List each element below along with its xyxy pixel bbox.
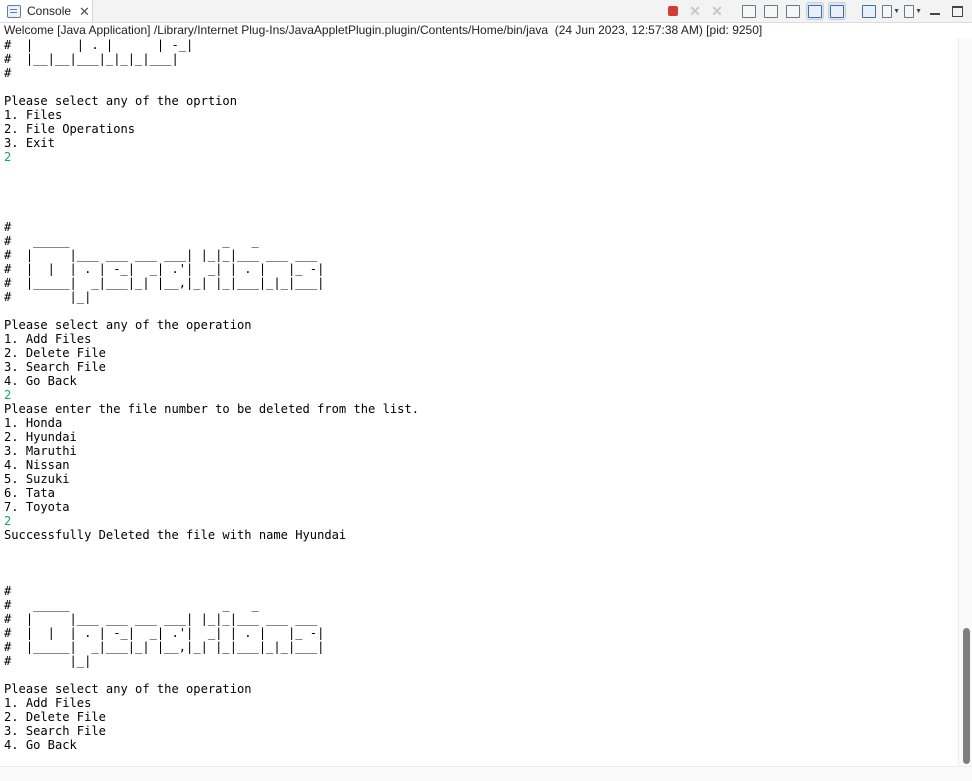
process-status-line: Welcome [Java Application] /Library/Inte… xyxy=(4,23,763,37)
console-output-line: # |_____| _|___|_| |__,|_| |_|___|_|_|__… xyxy=(4,640,325,654)
view-tab-bar: Console ✕ ✕ ✕ ▼ ▼ xyxy=(0,0,972,23)
console-output-line: Please select any of the operation xyxy=(4,318,252,332)
console-input-line: 2 xyxy=(4,388,12,402)
tab-console-label: Console xyxy=(27,4,72,18)
show-on-stdout-icon[interactable] xyxy=(806,2,824,20)
console-output-line: # |__|__|___|_|_|_|___| xyxy=(4,52,179,66)
console-output-line: # |_____| _|___|_| |__,|_| |_|___|_|_|__… xyxy=(4,276,325,290)
console-output-line: # xyxy=(4,66,12,80)
console-output-line: 1. Files xyxy=(4,108,63,122)
console-output-line: # _____ _ _ xyxy=(4,598,259,612)
console-output-line: Please enter the file number to be delet… xyxy=(4,402,420,416)
display-console-icon[interactable]: ▼ xyxy=(882,2,900,20)
console-output-line: # |_| xyxy=(4,290,92,304)
console-output-line: 2. Hyundai xyxy=(4,430,77,444)
console-output-line: 1. Honda xyxy=(4,416,63,430)
console-output-line: # | | | . | -_| _| .'| _| | . | |_ -| xyxy=(4,626,325,640)
word-wrap-icon[interactable] xyxy=(784,2,802,20)
console-output-line: 1. Add Files xyxy=(4,696,92,710)
remove-all-terminated-icon[interactable]: ✕ xyxy=(708,2,726,20)
show-on-stderr-icon[interactable] xyxy=(828,2,846,20)
console-output-line: 6. Tata xyxy=(4,486,55,500)
console-input-line: 2 xyxy=(4,150,12,164)
console-output-line: Please select any of the operation xyxy=(4,682,252,696)
tab-console[interactable]: Console ✕ xyxy=(0,0,93,22)
console-output-line: # |_| xyxy=(4,654,92,668)
console-output-line: # | | . | | -_| xyxy=(4,38,194,52)
console-output-line: 2. File Operations xyxy=(4,122,136,136)
maximize-icon[interactable] xyxy=(948,2,966,20)
console-output-line: 3. Exit xyxy=(4,136,55,150)
console-output-line: 7. Toyota xyxy=(4,500,70,514)
open-console-icon[interactable]: ▼ xyxy=(904,2,922,20)
horizontal-scrollbar[interactable] xyxy=(0,766,972,781)
console-output-line: 3. Search File xyxy=(4,724,106,738)
minimize-icon[interactable] xyxy=(926,2,944,20)
remove-launch-icon[interactable]: ✕ xyxy=(686,2,704,20)
console-output-line: 5. Suzuki xyxy=(4,472,70,486)
console-output-line: # | |___ ___ ___ ___| |_|_|___ ___ ___ xyxy=(4,612,318,626)
vertical-scrollbar[interactable] xyxy=(958,38,972,766)
console-output-line: # xyxy=(4,584,12,598)
console-toolbar: ✕ ✕ ▼ ▼ xyxy=(664,2,966,20)
close-icon[interactable]: ✕ xyxy=(79,5,90,18)
console-output-line: 2. Delete File xyxy=(4,346,106,360)
console-output-line: # | | | . | -_| _| .'| _| | . | |_ -| xyxy=(4,262,325,276)
clear-console-icon[interactable] xyxy=(740,2,758,20)
console-output-line: Please select any of the oprtion xyxy=(4,94,237,108)
console-output-line: 3. Search File xyxy=(4,360,106,374)
pin-console-icon[interactable] xyxy=(860,2,878,20)
console-output-line: 1. Add Files xyxy=(4,332,92,346)
console-output-line: Successfully Deleted the file with name … xyxy=(4,528,347,542)
console-output-line: 4. Go Back xyxy=(4,374,77,388)
console-output-line: 3. Maruthi xyxy=(4,444,77,458)
console-output[interactable]: # | | . | | -_| # |__|__|___|_|_|_|___| # P… xyxy=(4,38,954,766)
console-output-line: # | |___ ___ ___ ___| |_|_|___ ___ ___ xyxy=(4,248,318,262)
console-output-line: # xyxy=(4,220,12,234)
console-icon xyxy=(7,4,21,18)
console-input-line: 2 xyxy=(4,514,12,528)
console-output-line: 2. Delete File xyxy=(4,710,106,724)
scroll-lock-icon[interactable] xyxy=(762,2,780,20)
terminate-icon[interactable] xyxy=(664,2,682,20)
console-output-line: 4. Go Back xyxy=(4,738,77,752)
console-output-line: # _____ _ _ xyxy=(4,234,259,248)
console-output-line: 4. Nissan xyxy=(4,458,70,472)
scrollbar-thumb[interactable] xyxy=(963,628,970,764)
